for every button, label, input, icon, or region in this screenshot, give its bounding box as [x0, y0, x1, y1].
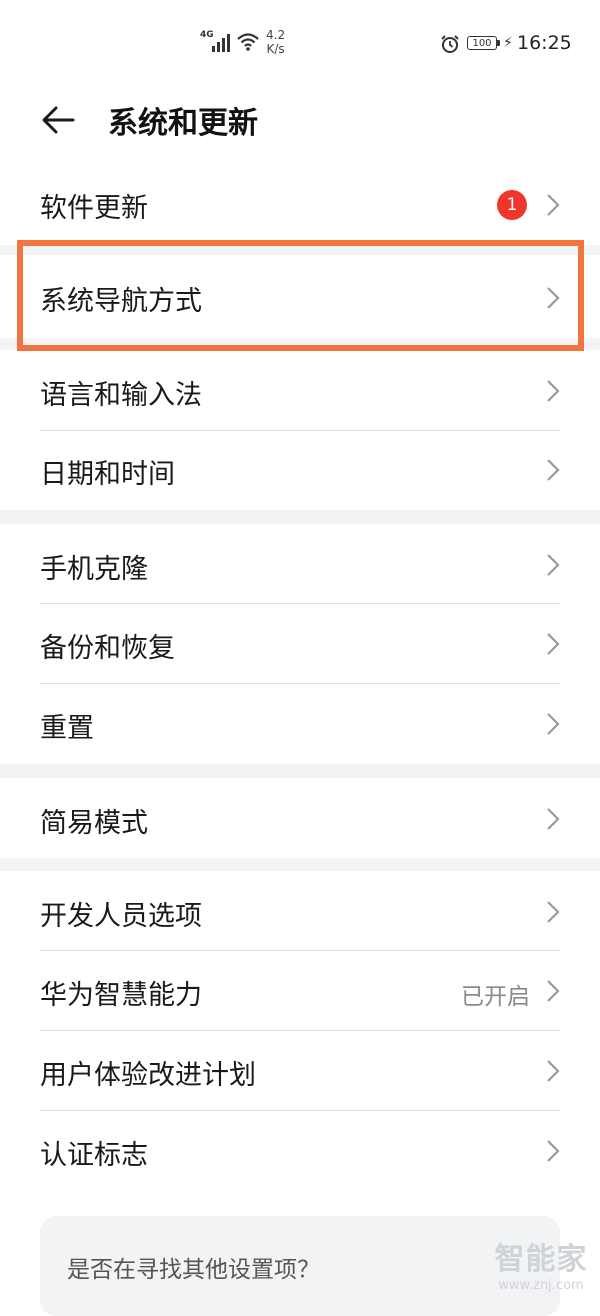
network-type: 4G: [200, 30, 214, 40]
backup-restore-row[interactable]: 备份和恢复: [0, 604, 600, 683]
reset-row[interactable]: 重置: [0, 684, 600, 763]
watermark-logo: 智能家: [494, 1242, 588, 1277]
chevron-right-icon: [547, 808, 560, 830]
phone-clone-row[interactable]: 手机克隆: [0, 525, 600, 603]
row-label: 日期和时间: [40, 459, 175, 490]
row-label: 华为智慧能力: [40, 980, 202, 1011]
date-time-row[interactable]: 日期和时间: [0, 431, 600, 509]
chevron-right-icon: [547, 713, 560, 735]
system-navigation-row[interactable]: 系统导航方式: [0, 257, 600, 337]
row-label: 语言和输入法: [40, 380, 202, 411]
developer-options-row[interactable]: 开发人员选项: [0, 872, 600, 950]
simple-mode-row[interactable]: 简易模式: [0, 779, 600, 857]
chevron-right-icon: [547, 901, 560, 923]
battery-icon: 100: [467, 36, 497, 50]
chevron-right-icon: [547, 1060, 560, 1082]
row-label: 手机克隆: [40, 554, 148, 585]
chevron-right-icon: [547, 554, 560, 576]
arrow-left-icon[interactable]: [40, 102, 76, 138]
suggestion-text: 是否在寻找其他设置项？: [67, 1257, 320, 1283]
chevron-right-icon: [547, 194, 560, 216]
page-title: 系统和更新: [108, 106, 258, 141]
chevron-right-icon: [547, 980, 560, 1002]
speed-unit: K/s: [266, 42, 285, 56]
charging-icon: ⚡: [503, 35, 513, 51]
row-label: 用户体验改进计划: [40, 1060, 256, 1091]
user-experience-row[interactable]: 用户体验改进计划: [0, 1031, 600, 1110]
row-label: 系统导航方式: [40, 286, 202, 317]
battery-tip: [497, 40, 500, 46]
alarm-icon: [441, 35, 459, 53]
row-label: 软件更新: [40, 193, 148, 224]
clock: 16:25: [517, 32, 572, 54]
update-badge: 1: [497, 190, 527, 220]
section-gap: [0, 764, 600, 778]
row-label: 开发人员选项: [40, 901, 202, 932]
wifi-icon: [237, 33, 259, 51]
row-label: 重置: [40, 713, 94, 744]
speed-value: 4.2: [266, 28, 286, 42]
certification-row[interactable]: 认证标志: [0, 1111, 600, 1190]
chevron-right-icon: [547, 459, 560, 481]
row-label: 备份和恢复: [40, 633, 175, 664]
section-gap: [0, 338, 600, 350]
section-gap: [0, 858, 600, 871]
network-speed: 4.2 K/s: [266, 28, 285, 56]
chevron-right-icon: [547, 287, 560, 309]
chevron-right-icon: [547, 380, 560, 402]
search-suggestion-card[interactable]: 是否在寻找其他设置项？: [40, 1216, 560, 1316]
status-bar: 4G 4.2 K/s 100 ⚡ 16:25: [0, 0, 600, 90]
huawei-ai-row[interactable]: 华为智慧能力 已开启: [0, 951, 600, 1030]
chevron-right-icon: [547, 1140, 560, 1162]
software-update-row[interactable]: 软件更新 1: [0, 165, 600, 245]
watermark-url: www.znj.com: [498, 1278, 584, 1293]
section-gap: [0, 245, 600, 255]
app-header: 系统和更新: [0, 80, 600, 160]
chevron-right-icon: [547, 633, 560, 655]
watermark: 智能家 www.znj.com: [486, 1234, 596, 1293]
row-label: 认证标志: [40, 1140, 148, 1171]
status-value: 已开启: [461, 984, 530, 1010]
row-label: 简易模式: [40, 808, 148, 839]
section-gap: [0, 510, 600, 524]
signal-icon: 4G: [200, 30, 234, 54]
language-input-row[interactable]: 语言和输入法: [0, 352, 600, 430]
